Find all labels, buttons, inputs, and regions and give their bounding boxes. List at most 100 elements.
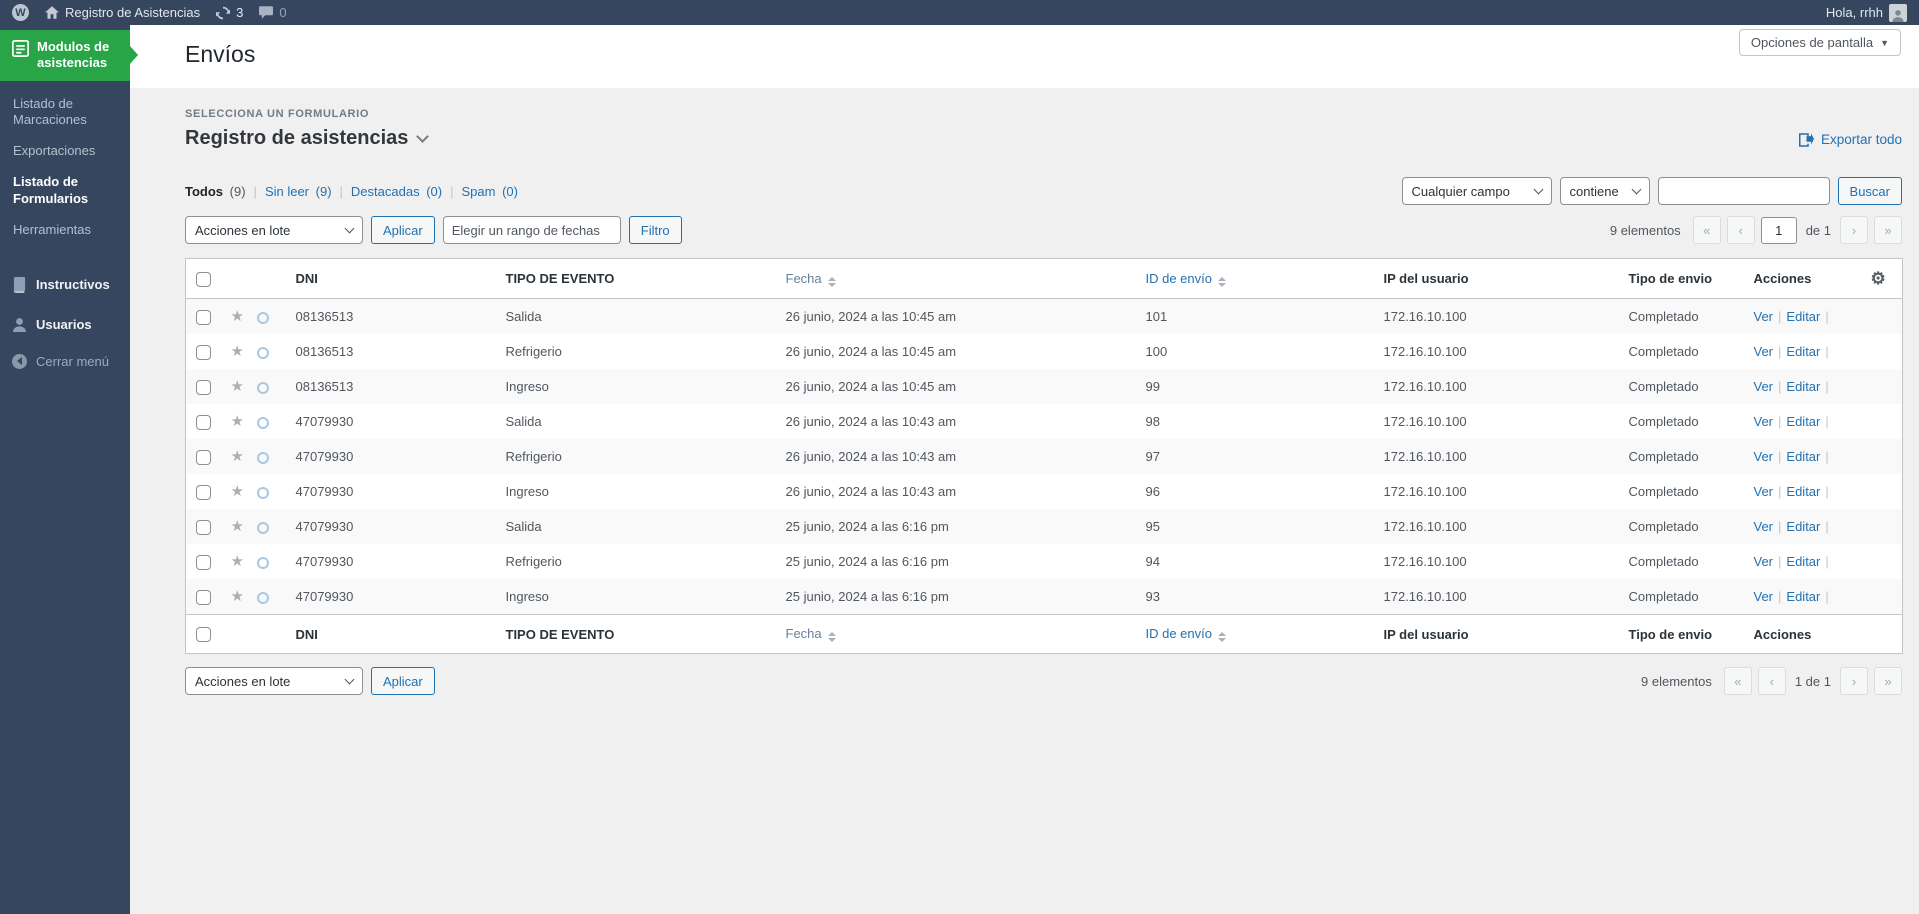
search-operator-value: contiene: [1569, 183, 1619, 199]
sort-icon: [827, 276, 836, 287]
first-page-button[interactable]: «: [1723, 667, 1752, 696]
star-icon[interactable]: ★: [231, 308, 244, 325]
view-todos[interactable]: Todos (9): [185, 184, 246, 199]
row-action-editar[interactable]: Editar: [1786, 554, 1820, 569]
read-indicator-icon[interactable]: [256, 451, 269, 464]
row-action-ver[interactable]: Ver: [1754, 414, 1774, 429]
row-checkbox[interactable]: [196, 589, 211, 605]
row-action-editar[interactable]: Editar: [1786, 449, 1820, 464]
sidebar-item-instructivos[interactable]: Instructivos: [0, 268, 130, 302]
row-action-ver[interactable]: Ver: [1754, 449, 1774, 464]
column-header-id[interactable]: ID de envío: [1135, 258, 1374, 299]
sidebar-item-herramientas[interactable]: Herramientas: [13, 215, 122, 246]
sidebar-item-exportaciones[interactable]: Exportaciones: [13, 136, 122, 167]
date-range-input[interactable]: [442, 216, 621, 244]
column-header-fecha[interactable]: Fecha: [775, 258, 1136, 299]
chevron-down-icon: [1631, 184, 1641, 195]
row-action-ver[interactable]: Ver: [1754, 554, 1774, 569]
star-icon[interactable]: ★: [231, 448, 244, 465]
row-action-editar[interactable]: Editar: [1786, 589, 1820, 604]
gear-icon[interactable]: ⚙: [1871, 269, 1886, 288]
row-checkbox[interactable]: [196, 554, 211, 570]
next-page-button[interactable]: ›: [1840, 216, 1868, 244]
row-checkbox[interactable]: [196, 309, 211, 325]
row-action-ver[interactable]: Ver: [1754, 379, 1774, 394]
site-name-menu[interactable]: Registro de Asistencias: [45, 5, 200, 20]
read-indicator-icon[interactable]: [256, 381, 269, 394]
wordpress-logo-icon[interactable]: W: [12, 4, 29, 21]
column-header-id[interactable]: ID de envío: [1135, 613, 1374, 654]
bulk-actions-select[interactable]: Acciones en lote: [185, 667, 363, 696]
star-icon[interactable]: ★: [231, 378, 244, 395]
read-indicator-icon[interactable]: [256, 416, 269, 429]
search-button[interactable]: Buscar: [1837, 177, 1902, 205]
screen-options-button[interactable]: Opciones de pantalla ▼: [1738, 29, 1901, 56]
row-action-editar[interactable]: Editar: [1786, 414, 1820, 429]
prev-page-button[interactable]: ‹: [1726, 216, 1755, 244]
star-icon[interactable]: ★: [231, 413, 244, 430]
row-action-editar[interactable]: Editar: [1786, 309, 1820, 324]
cell-ip: 172.16.10.100: [1383, 309, 1467, 324]
bulk-actions-select[interactable]: Acciones en lote: [185, 216, 363, 244]
sidebar-item-modulos-asistencias[interactable]: Modulos de asistencias: [0, 30, 130, 81]
my-account-menu[interactable]: Hola, rrhh: [1826, 3, 1907, 22]
last-page-button[interactable]: »: [1874, 667, 1902, 696]
first-page-button[interactable]: «: [1692, 216, 1721, 244]
form-switcher[interactable]: Registro de asistencias: [185, 127, 430, 150]
user-avatar-icon: [1892, 9, 1904, 22]
column-header-fecha[interactable]: Fecha: [775, 613, 1136, 654]
row-action-editar[interactable]: Editar: [1786, 519, 1820, 534]
search-operator-select[interactable]: contiene: [1559, 177, 1650, 205]
search-input[interactable]: [1657, 177, 1830, 205]
star-icon[interactable]: ★: [231, 553, 244, 570]
row-action-ver[interactable]: Ver: [1754, 484, 1774, 499]
column-header-dni: DNI: [285, 258, 496, 299]
cell-dni: 47079930: [295, 589, 354, 604]
read-indicator-icon[interactable]: [256, 311, 269, 324]
read-indicator-icon[interactable]: [256, 556, 269, 569]
read-indicator-icon[interactable]: [256, 346, 269, 359]
view-sin-leer[interactable]: Sin leer (9): [265, 184, 332, 199]
current-page-input[interactable]: [1760, 216, 1797, 244]
row-checkbox[interactable]: [196, 344, 211, 360]
sidebar-item-usuarios[interactable]: Usuarios: [0, 308, 130, 341]
search-field-select[interactable]: Cualquier campo: [1401, 177, 1552, 205]
row-action-ver[interactable]: Ver: [1754, 589, 1774, 604]
updates-menu[interactable]: 3: [216, 5, 243, 20]
row-checkbox[interactable]: [196, 519, 211, 535]
sidebar-item-listado-marcaciones[interactable]: Listado de Marcaciones: [13, 89, 122, 137]
star-icon[interactable]: ★: [231, 343, 244, 360]
next-page-button[interactable]: ›: [1840, 667, 1868, 696]
export-all-link[interactable]: Exportar todo: [1798, 132, 1902, 147]
row-checkbox[interactable]: [196, 414, 211, 430]
prev-page-button[interactable]: ‹: [1757, 667, 1786, 696]
row-action-ver[interactable]: Ver: [1754, 344, 1774, 359]
row-checkbox[interactable]: [196, 379, 211, 395]
view-spam[interactable]: Spam (0): [461, 184, 517, 199]
row-checkbox[interactable]: [196, 449, 211, 465]
star-icon[interactable]: ★: [231, 483, 244, 500]
star-icon[interactable]: ★: [231, 518, 244, 535]
read-indicator-icon[interactable]: [256, 521, 269, 534]
apply-button[interactable]: Aplicar: [371, 667, 435, 696]
row-action-editar[interactable]: Editar: [1786, 344, 1820, 359]
row-action-ver[interactable]: Ver: [1754, 519, 1774, 534]
sidebar-item-cerrar-menu[interactable]: Cerrar menú: [0, 345, 130, 378]
row-action-editar[interactable]: Editar: [1786, 484, 1820, 499]
apply-button[interactable]: Aplicar: [371, 216, 435, 244]
form-switcher-row: Registro de asistencias Exportar todo: [185, 127, 1902, 150]
row-checkbox[interactable]: [196, 484, 211, 500]
read-indicator-icon[interactable]: [256, 591, 269, 604]
read-indicator-icon[interactable]: [256, 486, 269, 499]
last-page-button[interactable]: »: [1874, 216, 1902, 244]
view-destacadas[interactable]: Destacadas (0): [351, 184, 442, 199]
select-all-checkbox[interactable]: [196, 627, 211, 643]
cell-tipo: Completado: [1628, 414, 1699, 429]
sidebar-item-listado-formularios[interactable]: Listado de Formularios: [13, 167, 122, 215]
filter-button[interactable]: Filtro: [628, 216, 682, 244]
row-action-ver[interactable]: Ver: [1754, 309, 1774, 324]
row-action-editar[interactable]: Editar: [1786, 379, 1820, 394]
comments-menu[interactable]: 0: [259, 5, 287, 20]
select-all-checkbox[interactable]: [196, 271, 211, 287]
star-icon[interactable]: ★: [231, 588, 244, 605]
